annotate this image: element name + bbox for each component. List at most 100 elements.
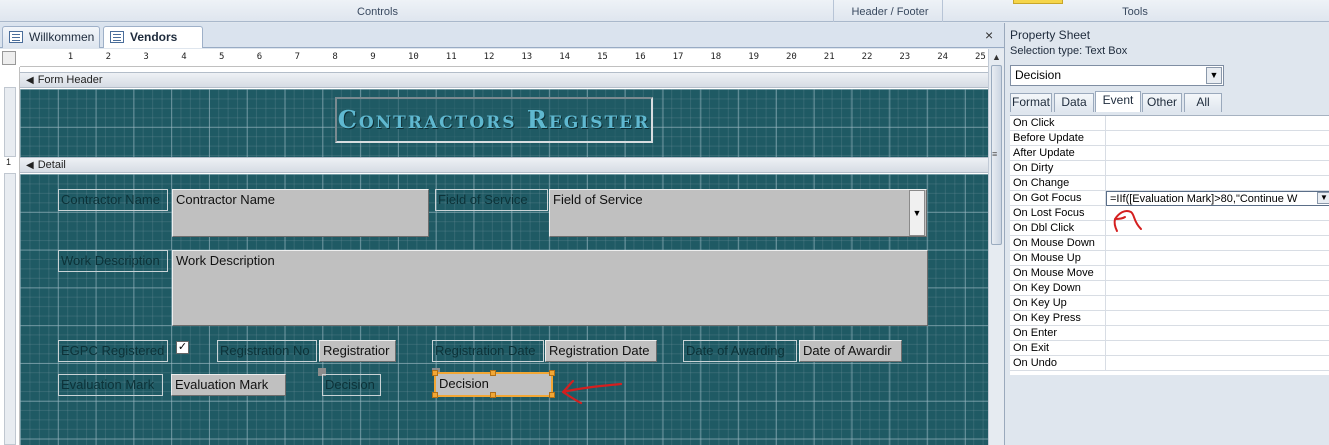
property-value[interactable] — [1106, 311, 1329, 326]
property-row[interactable]: On Undo — [1010, 356, 1329, 371]
ribbon-group-tools: Tools — [1122, 6, 1148, 18]
property-name: On Mouse Down — [1010, 236, 1106, 251]
chevron-down-icon[interactable]: ▼ — [909, 190, 925, 236]
property-value[interactable] — [1106, 161, 1329, 176]
designer-scrollbar[interactable]: ▲ ≡ — [988, 49, 1004, 445]
label-work-description[interactable]: Work Description — [58, 250, 168, 272]
section-arrow-icon: ◀ — [26, 160, 34, 171]
property-row[interactable]: On Dirty — [1010, 161, 1329, 176]
resize-handle[interactable] — [432, 370, 438, 376]
ruler-mark: 6 — [256, 52, 263, 62]
ruler-mark: 22 — [861, 52, 873, 62]
property-row[interactable]: On Got Focus =IIf([Evaluation Mark]>80,"C… — [1010, 191, 1329, 206]
combo-field-of-service[interactable]: Field of Service — [549, 189, 927, 237]
property-value[interactable] — [1106, 251, 1329, 266]
property-value[interactable] — [1106, 326, 1329, 341]
property-value[interactable] — [1106, 296, 1329, 311]
label-egpc-registered[interactable]: EGPC Registered — [58, 340, 168, 362]
scroll-up-icon[interactable]: ▲ — [992, 52, 1001, 62]
property-name: On Got Focus — [1010, 191, 1106, 206]
chevron-down-icon[interactable]: ▼ — [1317, 192, 1329, 204]
close-icon[interactable]: × — [985, 27, 993, 43]
resize-handle[interactable] — [490, 392, 496, 398]
property-value[interactable] — [1106, 206, 1329, 221]
property-value[interactable] — [1106, 116, 1329, 131]
resize-handle[interactable] — [549, 370, 555, 376]
checkbox-egpc-registered[interactable]: ✓ — [176, 341, 189, 354]
property-row[interactable]: On Mouse Down — [1010, 236, 1329, 251]
ribbon-group-header-footer: Header / Footer — [851, 6, 929, 18]
section-label: Detail — [37, 159, 66, 171]
property-row[interactable]: On Mouse Move — [1010, 266, 1329, 281]
ruler-mark: 12 — [483, 52, 495, 62]
object-selector-value: Decision — [1015, 68, 1062, 82]
textbox-registration-date[interactable]: Registration Date — [545, 340, 657, 362]
property-row[interactable]: After Update — [1010, 146, 1329, 161]
tab-willkommen[interactable]: Willkommen — [2, 26, 100, 48]
textbox-evaluation-mark[interactable]: Evaluation Mark — [171, 374, 286, 396]
property-row[interactable]: On Exit — [1010, 341, 1329, 356]
label-registration-no[interactable]: Registration No — [217, 340, 317, 362]
horizontal-ruler[interactable]: 1 2 3 4 5 6 7 8 9 10 11 12 13 14 15 16 17 18 19 20 21 22 23 24 2… — [20, 49, 988, 67]
tab-event[interactable]: Event — [1095, 91, 1141, 112]
property-value[interactable] — [1106, 356, 1329, 371]
textbox-registration-no[interactable]: Registratior — [319, 340, 396, 362]
property-row[interactable]: On Mouse Up — [1010, 251, 1329, 266]
label-date-of-awarding[interactable]: Date of Awarding — [683, 340, 797, 362]
property-value[interactable] — [1106, 146, 1329, 161]
access-window: Controls Header / Footer Tools Willkomme… — [0, 0, 1329, 445]
property-value[interactable]: =IIf([Evaluation Mark]>80,"Continue W — [1106, 191, 1329, 206]
property-row[interactable]: On Key Down — [1010, 281, 1329, 296]
resize-handle[interactable] — [490, 370, 496, 376]
tab-format[interactable]: Format — [1010, 93, 1052, 112]
resize-handle[interactable] — [432, 392, 438, 398]
label-field-of-service[interactable]: Field of Service — [435, 189, 548, 211]
tab-other[interactable]: Other — [1142, 93, 1182, 112]
label-decision[interactable]: Decision — [322, 374, 381, 396]
property-row[interactable]: On Enter — [1010, 326, 1329, 341]
resize-handle[interactable] — [549, 392, 555, 398]
section-bar-detail[interactable]: ◀ Detail — [20, 157, 988, 173]
property-value[interactable] — [1106, 236, 1329, 251]
property-value[interactable] — [1106, 341, 1329, 356]
textbox-date-of-awarding[interactable]: Date of Awardir — [799, 340, 902, 362]
property-value[interactable] — [1106, 131, 1329, 146]
property-value[interactable] — [1106, 281, 1329, 296]
section-selector[interactable] — [4, 87, 16, 157]
property-row[interactable]: On Key Up — [1010, 296, 1329, 311]
property-row[interactable]: Before Update — [1010, 131, 1329, 146]
selection-type: Selection type: Text Box — [1010, 45, 1128, 57]
label-contractor-name[interactable]: Contractor Name — [58, 189, 168, 211]
property-name: Before Update — [1010, 131, 1106, 146]
property-row[interactable]: On Click — [1010, 116, 1329, 131]
label-evaluation-mark[interactable]: Evaluation Mark — [58, 374, 163, 396]
property-row[interactable]: On Dbl Click — [1010, 221, 1329, 236]
form-title-label[interactable]: Contractors Register — [335, 97, 653, 143]
label-registration-date[interactable]: Registration Date — [432, 340, 544, 362]
form-selector[interactable] — [2, 51, 16, 65]
property-name: On Key Press — [1010, 311, 1106, 326]
ruler-mark: 13 — [521, 52, 533, 62]
chevron-down-icon[interactable]: ▼ — [1206, 67, 1222, 84]
document-tabbar: Willkommen Vendors List — [0, 23, 1004, 64]
section-bar-form-header[interactable]: ◀ Form Header — [20, 72, 988, 88]
property-row[interactable]: On Key Press — [1010, 311, 1329, 326]
object-selector[interactable]: Decision ▼ — [1010, 65, 1224, 86]
textbox-work-description[interactable]: Work Description — [172, 250, 928, 326]
ruler-mark: 11 — [445, 52, 457, 62]
property-value[interactable] — [1106, 266, 1329, 281]
property-row[interactable]: On Change — [1010, 176, 1329, 191]
ruler-mark: 15 — [597, 52, 608, 62]
property-row[interactable]: On Lost Focus — [1010, 206, 1329, 221]
tab-data[interactable]: Data — [1054, 93, 1094, 112]
tab-vendors-list[interactable]: Vendors List — [103, 26, 203, 64]
property-value[interactable] — [1106, 176, 1329, 191]
property-grid: On Click Before Update After Update On Dirt… — [1010, 115, 1329, 375]
ruler-mark: 18 — [710, 52, 722, 62]
property-value[interactable] — [1106, 221, 1329, 236]
section-selector[interactable] — [4, 173, 16, 445]
textbox-contractor-name[interactable]: Contractor Name — [172, 189, 429, 237]
form-icon — [9, 31, 23, 43]
tab-all[interactable]: All — [1184, 93, 1222, 112]
property-name: On Exit — [1010, 341, 1106, 356]
